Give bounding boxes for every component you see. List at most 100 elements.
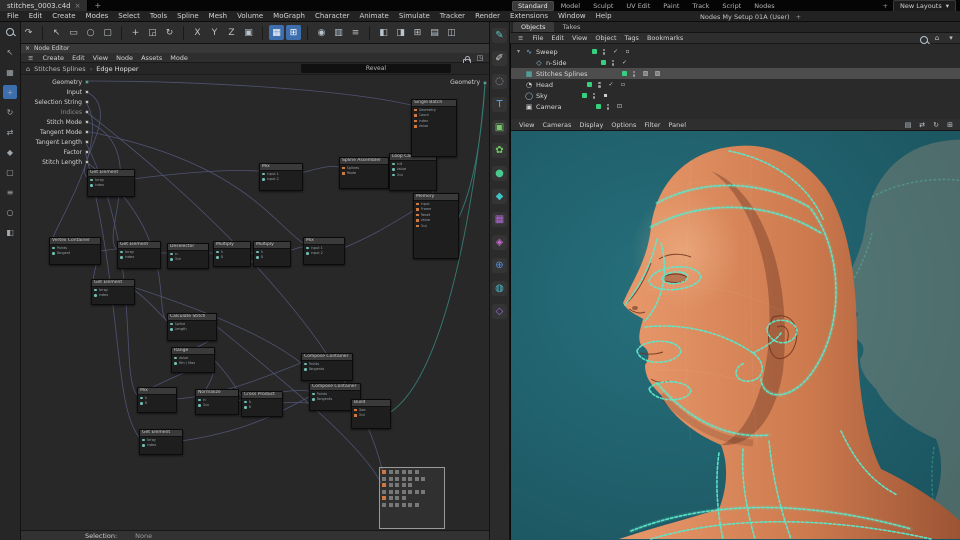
graph-node[interactable]: Vertex ContainerPointsTangent	[49, 237, 101, 265]
subdivision-surface-icon[interactable]: ▣	[492, 120, 507, 135]
x-axis-lock-icon[interactable]: X	[190, 25, 205, 40]
breadcrumb-root[interactable]: Stitches Splines	[34, 65, 86, 73]
node-port-dot[interactable]	[416, 203, 419, 206]
node-port-dot[interactable]	[416, 214, 419, 217]
layout-tab-standard[interactable]: Standard	[512, 1, 554, 11]
visibility-dots[interactable]	[598, 82, 601, 88]
frame-selection-icon[interactable]: ▢	[3, 165, 17, 179]
visibility-dot-editor[interactable]	[607, 104, 610, 107]
object-tag-icon[interactable]: ✓	[607, 81, 616, 88]
vp-menu-display[interactable]: Display	[575, 119, 607, 131]
ne-menu-mode[interactable]: Mode	[166, 53, 192, 63]
collapsed-node[interactable]	[389, 477, 393, 481]
graph-node[interactable]: Get ElementArrayIndex	[117, 241, 161, 269]
object-tag-icon[interactable]: ▪	[601, 92, 610, 99]
node-port-dot[interactable]	[414, 109, 417, 112]
collapsed-node[interactable]	[408, 483, 412, 487]
node-port-dot[interactable]	[94, 294, 97, 297]
lock-icon[interactable]	[460, 53, 472, 62]
home-icon[interactable]: ⌂	[26, 65, 30, 73]
node-port-dot[interactable]	[90, 179, 93, 182]
visibility-dot-render[interactable]	[603, 52, 606, 55]
collapsed-node[interactable]	[382, 483, 386, 487]
pop-out-icon[interactable]: ◳	[474, 53, 486, 62]
dropdown-icon[interactable]: ▾	[945, 33, 957, 43]
node-port-dot[interactable]	[354, 409, 357, 412]
render-view-icon[interactable]: ◉	[314, 25, 329, 40]
close-tab-icon[interactable]: ×	[75, 2, 81, 10]
menu-tracker[interactable]: Tracker	[435, 11, 470, 22]
menu-create[interactable]: Create	[47, 11, 80, 22]
visibility-dot-render[interactable]	[633, 74, 636, 77]
ne-menu-assets[interactable]: Assets	[137, 53, 166, 63]
render-settings-icon[interactable]: ≡	[348, 25, 363, 40]
object-row-n-side[interactable]: ◇n-Side✓	[511, 57, 960, 68]
object-tag-icon[interactable]: ⊡	[615, 103, 624, 110]
node-port-dot[interactable]	[414, 125, 417, 128]
node-port-dot[interactable]	[216, 256, 219, 259]
collapsed-node[interactable]	[382, 470, 386, 474]
node-port-dot[interactable]	[140, 402, 143, 405]
zoom-icon[interactable]	[3, 25, 17, 39]
layers-icon[interactable]: ▤	[902, 120, 914, 130]
node-port-dot[interactable]	[170, 328, 173, 331]
collapsed-node[interactable]	[395, 470, 399, 474]
graph-node[interactable]: Get ElementArrayIndex	[139, 429, 183, 455]
new-layouts-button[interactable]: New Layouts ▾	[893, 0, 956, 12]
node-port-dot[interactable]	[342, 167, 345, 170]
node-port-dot[interactable]	[170, 323, 173, 326]
visibility-dot-editor[interactable]	[612, 60, 615, 63]
collapsed-node[interactable]	[408, 490, 412, 494]
collapsed-node[interactable]	[382, 477, 386, 481]
node-port-dot[interactable]	[306, 247, 309, 250]
y-axis-lock-icon[interactable]: Y	[207, 25, 222, 40]
node-port-dot[interactable]	[392, 163, 395, 166]
node-port-dot[interactable]	[174, 357, 177, 360]
node-port-dot[interactable]	[94, 289, 97, 292]
collapsed-node[interactable]	[408, 477, 412, 481]
menu-spline[interactable]: Spline	[172, 11, 204, 22]
node-port-dot[interactable]	[140, 397, 143, 400]
object-row-head[interactable]: ◔Head✓▫	[511, 79, 960, 90]
redo-icon[interactable]: ↷	[21, 25, 36, 40]
node-port-dot[interactable]	[342, 172, 345, 175]
expand-toggle[interactable]: ▾	[515, 48, 522, 55]
menu-mograph[interactable]: MoGraph	[268, 11, 310, 22]
sketch-pen-icon[interactable]: ✐	[492, 51, 507, 66]
collapsed-node[interactable]	[415, 477, 419, 481]
home-icon[interactable]: ⌂	[931, 33, 943, 43]
menu-modes[interactable]: Modes	[81, 11, 114, 22]
node-port-dot[interactable]	[142, 444, 145, 447]
visibility-dot-editor[interactable]	[603, 49, 606, 52]
node-port-dot[interactable]	[306, 252, 309, 255]
reveal-button[interactable]: Reveal	[301, 64, 451, 73]
node-port-dot[interactable]	[216, 251, 219, 254]
node-graph-canvas[interactable]: GeometryInputSelection StringIndicesStit…	[21, 75, 489, 530]
ne-menu-create[interactable]: Create	[38, 53, 68, 63]
live-select-icon[interactable]: ↖	[49, 25, 64, 40]
graph-node[interactable]: Compose ContainerPointsTangents	[301, 353, 353, 381]
layout-custom-icon[interactable]: ▤	[427, 25, 442, 40]
maximize-icon[interactable]: ⊞	[944, 120, 956, 130]
collapsed-node[interactable]	[389, 483, 393, 487]
collapsed-node[interactable]	[415, 470, 419, 474]
search-icon[interactable]	[917, 33, 929, 43]
layout-tab-script[interactable]: Script	[716, 1, 747, 11]
collapsed-node[interactable]	[415, 490, 419, 494]
new-tab-button[interactable]: +	[88, 0, 107, 11]
collapsed-node[interactable]	[421, 477, 425, 481]
layout-tab-paint[interactable]: Paint	[657, 1, 685, 11]
coord-system-icon[interactable]: ▣	[241, 25, 256, 40]
object-tag-icon[interactable]: ✓	[620, 59, 629, 66]
refresh-icon[interactable]: ↻	[930, 120, 942, 130]
sky-environment-icon[interactable]: ⊕	[492, 258, 507, 273]
quantize-icon[interactable]: ⊞	[286, 25, 301, 40]
graph-node[interactable]: Get ElementArrayIndex	[87, 169, 135, 197]
collapsed-node[interactable]	[382, 496, 386, 500]
collapsed-node[interactable]	[395, 503, 399, 507]
menu-character[interactable]: Character	[310, 11, 355, 22]
node-port-dot[interactable]	[262, 173, 265, 176]
object-row-camera[interactable]: ▣Camera⊡	[511, 101, 960, 112]
visibility-dots[interactable]	[633, 71, 636, 77]
enabled-toggle[interactable]	[582, 93, 587, 98]
